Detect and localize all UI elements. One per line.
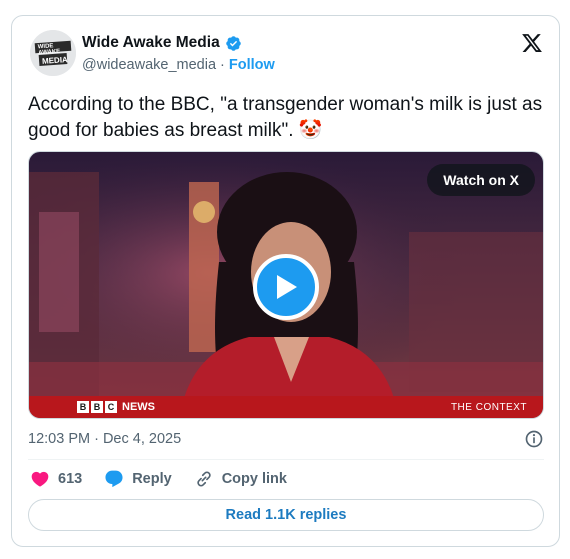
bbc-letter: C xyxy=(105,401,117,413)
watch-on-x-button[interactable]: Watch on X xyxy=(427,164,535,196)
link-icon xyxy=(197,471,211,487)
follow-link[interactable]: Follow xyxy=(229,57,275,73)
name-row: Wide Awake Media xyxy=(82,34,275,52)
programme-label: THE CONTEXT xyxy=(450,401,527,413)
avatar[interactable]: WIDE AWAKE MEDIA xyxy=(30,30,76,76)
play-button[interactable] xyxy=(253,254,319,320)
handle-row: @wideawake_media · Follow xyxy=(82,57,275,73)
reply-label: Reply xyxy=(132,471,172,487)
news-ticker: B B C NEWS THE CONTEXT xyxy=(29,396,543,418)
like-button[interactable]: 613 xyxy=(30,469,82,489)
bbc-letter: B xyxy=(91,401,103,413)
separator-dot: · xyxy=(220,57,229,73)
timestamp[interactable]: 12:03 PM · Dec 4, 2025 xyxy=(28,431,181,447)
handle[interactable]: @wideawake_media xyxy=(82,57,216,73)
bbc-news-logo: B B C NEWS xyxy=(77,401,155,413)
news-label: NEWS xyxy=(122,401,155,413)
reply-bubble-icon xyxy=(105,470,123,488)
read-replies-button[interactable]: Read 1.1K replies xyxy=(28,499,544,531)
copy-link-button[interactable]: Copy link xyxy=(194,469,287,489)
author-block: Wide Awake Media @wideawake_media · Foll… xyxy=(82,34,275,73)
tweet-text: According to the BBC, "a transgender wom… xyxy=(28,94,543,141)
info-icon[interactable] xyxy=(524,429,544,449)
timestamp-row: 12:03 PM · Dec 4, 2025 xyxy=(28,429,544,449)
play-icon xyxy=(277,275,297,299)
display-name[interactable]: Wide Awake Media xyxy=(82,34,220,52)
reply-button[interactable]: Reply xyxy=(104,469,172,489)
verified-badge-icon xyxy=(225,35,241,51)
bbc-letter: B xyxy=(77,401,89,413)
video-player[interactable]: Watch on X B B C NEWS THE CONTEXT xyxy=(28,151,544,419)
heart-icon xyxy=(31,471,49,487)
x-logo-icon[interactable] xyxy=(521,32,543,59)
copy-link-label: Copy link xyxy=(221,471,287,487)
avatar-text-bottom: MEDIA xyxy=(41,55,69,66)
divider xyxy=(28,459,544,460)
tweet-embed-card: WIDE AWAKE MEDIA Wide Awake Media @widea… xyxy=(11,15,560,547)
like-count: 613 xyxy=(58,471,83,487)
action-bar: 613 Reply Copy link xyxy=(30,469,309,489)
